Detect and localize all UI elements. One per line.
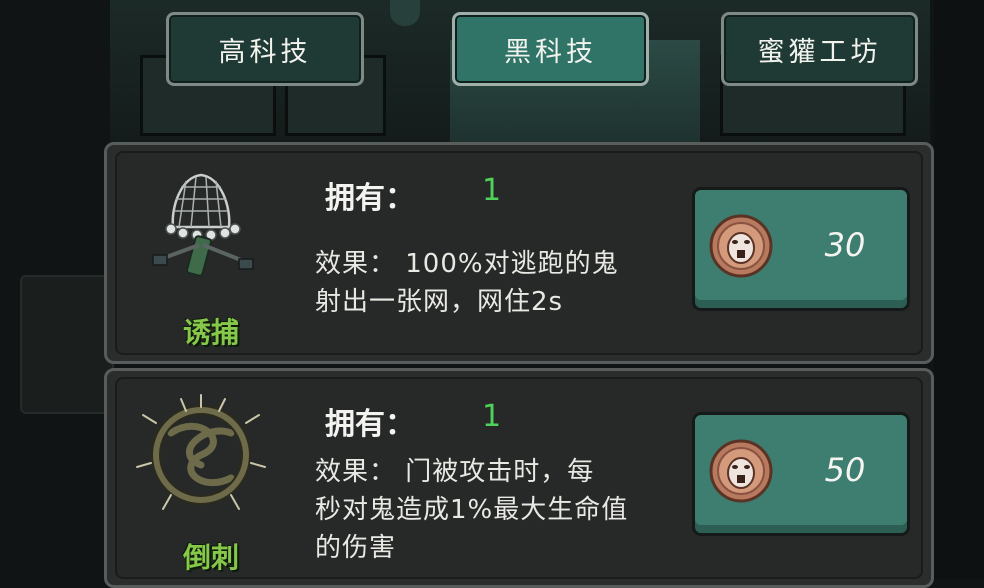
tab-black-tech[interactable]: 黑科技 [452, 12, 649, 86]
ceiling-lamp [390, 0, 420, 26]
effect-line: 射出一张网，网住2s [315, 287, 564, 317]
item-name: 倒刺 [182, 541, 239, 574]
price: 30 [824, 226, 866, 264]
effect-line: 效果： 100%对逃跑的鬼 [315, 249, 619, 279]
tab-badger-workshop[interactable]: 蜜獾工坊 [721, 12, 918, 86]
tab-label: 高科技 [218, 36, 312, 68]
effect-line: 秒对鬼造成1%最大生命值 [315, 495, 629, 525]
side-panel [20, 275, 114, 414]
badger-coin-icon [709, 214, 773, 278]
price: 50 [824, 451, 866, 489]
effect-description: 效果： 100%对逃跑的鬼 射出一张网，网住2s [315, 245, 675, 321]
item-name: 诱捕 [182, 316, 239, 349]
own-value: 1 [482, 399, 502, 434]
net-icon [152, 173, 254, 277]
own-label: 拥有： [325, 181, 415, 216]
side-shadow [934, 0, 984, 579]
own-value: 1 [482, 173, 502, 208]
effect-line: 的伤害 [315, 533, 397, 563]
thorn-ring-icon [136, 394, 266, 510]
effect-line: 效果： 门被攻击时，每 [315, 457, 595, 487]
effect-description: 效果： 门被攻击时，每 秒对鬼造成1%最大生命值 的伤害 [315, 453, 687, 567]
item-card-trap: 诱捕 拥有： 1 效果： 100%对逃跑的鬼 射出一张网，网住2s 30 [104, 142, 934, 364]
item-card-thorns: 倒刺 拥有： 1 效果： 门被攻击时，每 秒对鬼造成1%最大生命值 的伤害 50 [104, 368, 934, 588]
buy-button-thorns[interactable]: 50 [692, 412, 910, 536]
tab-label: 黑科技 [504, 36, 597, 68]
own-label: 拥有： [325, 407, 415, 442]
buy-button-trap[interactable]: 30 [692, 187, 910, 311]
tab-high-tech[interactable]: 高科技 [166, 12, 364, 86]
badger-coin-icon [709, 439, 773, 503]
tab-label: 蜜獾工坊 [757, 36, 882, 68]
